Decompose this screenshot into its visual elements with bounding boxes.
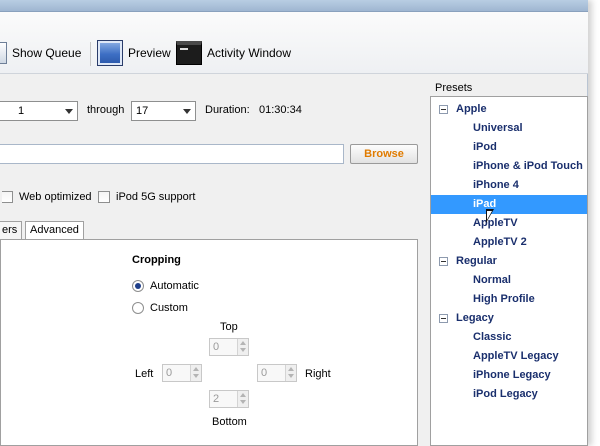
queue-icon [0, 42, 7, 64]
mouse-pointer-icon [486, 209, 494, 223]
preset-item-label: Universal [473, 122, 523, 134]
preview-label: Preview [128, 46, 171, 60]
crop-top-stepper[interactable]: 0 [209, 338, 249, 356]
destination-file-input[interactable] [0, 144, 344, 164]
preset-group-label: Regular [456, 255, 497, 267]
preset-group-label: Legacy [456, 312, 494, 324]
preset-item[interactable]: High Profile [431, 290, 587, 309]
stepper-buttons [237, 391, 248, 407]
preset-group-legacy[interactable]: Legacy [431, 309, 587, 328]
arrow-up-icon [288, 367, 294, 371]
preset-item-label: AppleTV Legacy [473, 350, 559, 362]
arrow-down-icon [193, 374, 199, 378]
show-queue-button[interactable]: Show Queue [0, 38, 81, 68]
preset-group-label: Apple [456, 103, 487, 115]
stepper-buttons [285, 365, 296, 381]
tab-filters[interactable]: ers [0, 221, 23, 239]
stepper-buttons [190, 365, 201, 381]
toolbar: Show Queue Preview Activity Window [0, 12, 588, 74]
preview-button[interactable]: Preview [97, 38, 171, 68]
presets-tree: Apple Universal iPod iPhone & iPod Touch… [430, 96, 588, 446]
crop-right-value: 0 [261, 367, 268, 379]
ipod-5g-support-checkbox[interactable] [98, 191, 110, 203]
preset-item[interactable]: Classic [431, 328, 587, 347]
web-optimized-label: Web optimized [19, 191, 92, 203]
ipod-5g-support-label: iPod 5G support [116, 191, 196, 203]
chapter-end-value: 17 [136, 105, 149, 117]
preset-item-label: iPod [473, 141, 497, 153]
show-queue-label: Show Queue [12, 46, 82, 60]
cropping-custom-radio[interactable] [132, 302, 144, 314]
picture-settings-panel: Cropping Automatic Custom Top 0 Left 0 0… [0, 239, 418, 446]
arrow-up-icon [240, 393, 246, 397]
stepper-buttons [237, 339, 248, 355]
main-window: Show Queue Preview Activity Window 1 thr… [0, 0, 588, 446]
cropping-title: Cropping [132, 254, 181, 266]
terminal-icon [176, 41, 202, 65]
chapter-end-select[interactable]: 17 [131, 101, 196, 121]
chapter-start-value: 1 [18, 105, 25, 117]
duration-label: Duration: [205, 104, 250, 116]
preset-item-label: AppleTV [473, 217, 518, 229]
collapse-icon[interactable] [439, 314, 448, 323]
preset-item-label: iPod Legacy [473, 388, 538, 400]
arrow-down-icon [240, 400, 246, 404]
chapter-start-select[interactable]: 1 [0, 101, 78, 121]
crop-right-label: Right [305, 368, 331, 380]
crop-right-stepper[interactable]: 0 [257, 364, 297, 382]
preset-item[interactable]: iPhone Legacy [431, 366, 587, 385]
cropping-automatic-radio[interactable] [132, 280, 144, 292]
crop-left-value: 0 [166, 367, 173, 379]
preset-item[interactable]: iPhone 4 [431, 176, 587, 195]
arrow-down-icon [240, 348, 246, 352]
arrow-down-icon [288, 374, 294, 378]
preset-item[interactable]: Normal [431, 271, 587, 290]
cropping-custom-label: Custom [150, 302, 188, 314]
preset-item-label: iPhone & iPod Touch [473, 160, 583, 172]
arrow-up-icon [193, 367, 199, 371]
crop-top-label: Top [220, 321, 238, 333]
activity-window-label: Activity Window [207, 46, 292, 60]
preview-window-icon [97, 40, 123, 66]
preset-item-label: Normal [473, 274, 511, 286]
main-content: 1 through 17 Duration: 01:30:34 Browse W… [0, 75, 428, 446]
activity-window-button[interactable]: Activity Window [176, 38, 291, 68]
browse-button[interactable]: Browse [350, 144, 418, 164]
preset-item-label: High Profile [473, 293, 535, 305]
preset-item[interactable]: Universal [431, 119, 587, 138]
crop-top-value: 0 [213, 341, 220, 353]
web-optimized-checkbox[interactable] [2, 191, 13, 203]
preset-item-label: iPhone 4 [473, 179, 519, 191]
through-label: through [87, 104, 125, 116]
crop-left-stepper[interactable]: 0 [162, 364, 202, 382]
tab-advanced[interactable]: Advanced [25, 221, 84, 240]
duration-value: 01:30:34 [259, 104, 302, 116]
preset-item-label: AppleTV 2 [473, 236, 527, 248]
preset-group-regular[interactable]: Regular [431, 252, 587, 271]
crop-bottom-stepper[interactable]: 2 [209, 390, 249, 408]
presets-label: Presets [435, 82, 473, 94]
preset-group-apple[interactable]: Apple [431, 100, 587, 119]
preset-item[interactable]: AppleTV Legacy [431, 347, 587, 366]
cropping-automatic-label: Automatic [150, 280, 199, 292]
toolbar-separator [90, 42, 91, 66]
collapse-icon[interactable] [439, 105, 448, 114]
crop-left-label: Left [135, 368, 154, 380]
preset-item-selected[interactable]: iPad [431, 195, 587, 214]
preset-item[interactable]: iPod Legacy [431, 385, 587, 404]
preset-item[interactable]: iPod [431, 138, 587, 157]
preset-item[interactable]: AppleTV [431, 214, 587, 233]
title-bar [0, 0, 588, 12]
preset-item[interactable]: AppleTV 2 [431, 233, 587, 252]
crop-bottom-value: 2 [213, 393, 220, 405]
arrow-up-icon [240, 341, 246, 345]
preset-item[interactable]: iPhone & iPod Touch [431, 157, 587, 176]
crop-bottom-label: Bottom [212, 416, 247, 428]
chevron-down-icon [183, 109, 191, 114]
preset-item-label: Classic [473, 331, 512, 343]
preset-item-label: iPhone Legacy [473, 369, 551, 381]
chevron-down-icon [65, 109, 73, 114]
collapse-icon[interactable] [439, 257, 448, 266]
